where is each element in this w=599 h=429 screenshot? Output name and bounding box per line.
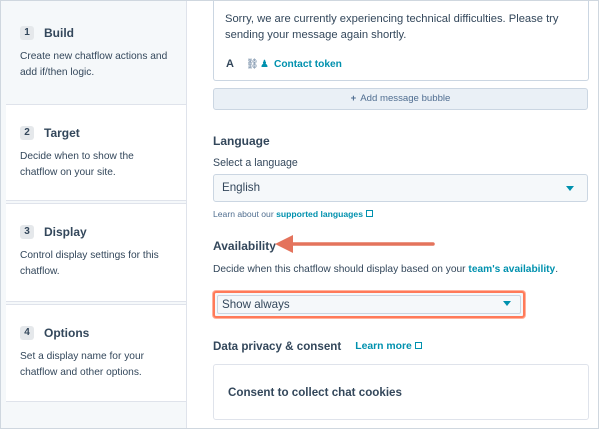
step-title: Options bbox=[44, 326, 90, 340]
text-format-icon[interactable]: A bbox=[226, 58, 246, 70]
availability-value: Show always bbox=[222, 298, 290, 311]
language-value: English bbox=[222, 181, 261, 194]
language-label: Select a language bbox=[213, 157, 298, 169]
step-description: Control display settings for this chatfl… bbox=[20, 250, 159, 277]
external-link-icon bbox=[414, 342, 422, 349]
step-title: Build bbox=[44, 26, 74, 40]
contact-token-link[interactable]: Contact token bbox=[274, 59, 342, 70]
step-description: Create new chatflow actions and add if/t… bbox=[20, 51, 168, 78]
team-availability-link[interactable]: team's availability bbox=[468, 264, 555, 275]
availability-desc-prefix: Decide when this chatflow should display… bbox=[213, 264, 466, 275]
language-help-prefix: Learn about our bbox=[213, 209, 274, 219]
step-display[interactable]: 3 Display Control display settings for t… bbox=[6, 203, 186, 302]
privacy-header: Data privacy & consent Learn more bbox=[213, 340, 422, 353]
supported-languages-link[interactable]: supported languages bbox=[276, 209, 363, 219]
step-number: 2 bbox=[20, 126, 34, 140]
plus-icon: + bbox=[350, 93, 357, 104]
step-build-header: 1 Build bbox=[20, 23, 186, 43]
step-target-header: 2 Target bbox=[20, 123, 186, 143]
attachment-icon[interactable]: ⛓ bbox=[246, 59, 260, 70]
steps-sidebar: 1 Build Create new chatflow actions and … bbox=[1, 1, 187, 428]
message-toolbar: A ⛓ ♟ Contact token bbox=[226, 58, 342, 70]
step-number: 3 bbox=[20, 225, 34, 239]
caret-down-icon bbox=[566, 186, 574, 191]
privacy-heading: Data privacy & consent bbox=[213, 340, 342, 353]
annotation-arrow bbox=[275, 235, 435, 253]
availability-heading: Availability bbox=[213, 239, 276, 253]
step-title: Display bbox=[44, 225, 87, 239]
language-heading: Language bbox=[213, 134, 270, 148]
external-link-icon bbox=[365, 210, 373, 217]
caret-down-icon bbox=[503, 301, 511, 306]
availability-select[interactable]: Show always bbox=[213, 291, 525, 318]
step-number: 4 bbox=[20, 326, 34, 340]
learn-more-link[interactable]: Learn more bbox=[355, 341, 422, 352]
arrow-head bbox=[275, 235, 293, 253]
step-build[interactable]: 1 Build Create new chatflow actions and … bbox=[6, 5, 186, 97]
availability-description: Decide when this chatflow should display… bbox=[213, 264, 558, 275]
add-bubble-label: Add message bubble bbox=[360, 93, 451, 104]
learn-more-label: Learn more bbox=[355, 341, 412, 352]
availability-desc-suffix: . bbox=[555, 264, 559, 275]
add-message-bubble-button[interactable]: + Add message bubble bbox=[213, 88, 588, 110]
step-options-header: 4 Options bbox=[20, 323, 186, 343]
availability-select-field: Show always bbox=[217, 295, 521, 314]
step-options[interactable]: 4 Options Set a display name for your ch… bbox=[6, 304, 186, 402]
message-bubble[interactable]: Sorry, we are currently experiencing tec… bbox=[213, 1, 589, 81]
step-target[interactable]: 2 Target Decide when to show the chatflo… bbox=[6, 104, 186, 201]
language-help: Learn about our supported languages bbox=[213, 209, 373, 219]
step-description: Decide when to show the chatflow on your… bbox=[20, 151, 134, 178]
step-title: Target bbox=[44, 126, 80, 140]
consent-card[interactable]: Consent to collect chat cookies bbox=[213, 364, 589, 420]
consent-title: Consent to collect chat cookies bbox=[228, 386, 402, 399]
step-number: 1 bbox=[20, 26, 34, 40]
language-select[interactable]: English bbox=[213, 174, 588, 202]
step-description: Set a display name for your chatflow and… bbox=[20, 351, 145, 378]
chatflow-editor: 1 Build Create new chatflow actions and … bbox=[0, 0, 599, 429]
message-text[interactable]: Sorry, we are currently experiencing tec… bbox=[225, 11, 580, 43]
person-icon: ♟ bbox=[260, 58, 269, 70]
step-display-header: 3 Display bbox=[20, 222, 186, 242]
